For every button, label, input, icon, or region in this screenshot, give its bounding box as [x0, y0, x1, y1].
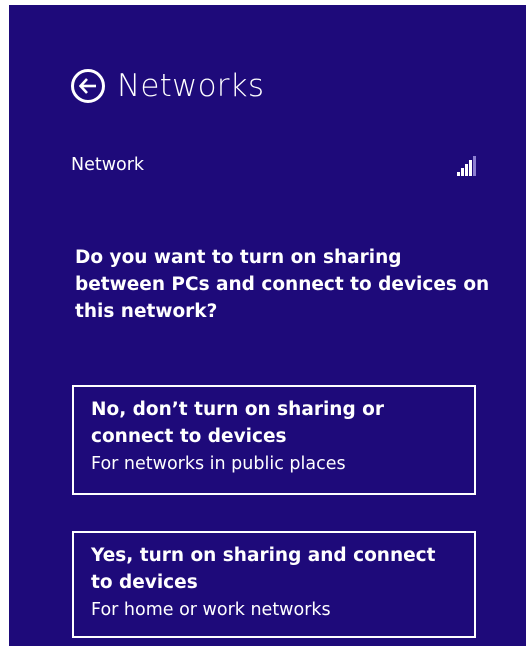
- panel-header: Networks: [71, 66, 264, 106]
- back-arrow-circle-icon[interactable]: [71, 69, 105, 103]
- signal-bar-1: [457, 172, 460, 176]
- sharing-question: Do you want to turn on sharing between P…: [75, 247, 490, 322]
- network-list-item[interactable]: Network: [71, 151, 476, 179]
- network-name: Network: [71, 155, 145, 175]
- page-title: Networks: [117, 68, 265, 104]
- signal-bar-5: [473, 156, 476, 176]
- yes-sharing-description: For home or work networks: [91, 600, 331, 620]
- signal-bar-4: [469, 160, 472, 176]
- no-sharing-button[interactable]: No, don’t turn on sharing or connect to …: [72, 385, 476, 495]
- signal-bar-3: [465, 164, 468, 176]
- networks-panel: Networks Network Do you want to turn on …: [9, 5, 526, 646]
- back-arrow-icon: [79, 78, 96, 94]
- yes-sharing-button[interactable]: Yes, turn on sharing and connect to devi…: [72, 531, 476, 638]
- signal-bar-2: [461, 168, 464, 176]
- yes-sharing-title: Yes, turn on sharing and connect to devi…: [91, 545, 436, 593]
- no-sharing-title: No, don’t turn on sharing or connect to …: [91, 399, 384, 447]
- no-sharing-description: For networks in public places: [91, 454, 346, 474]
- wifi-signal-bars-icon: [457, 154, 476, 176]
